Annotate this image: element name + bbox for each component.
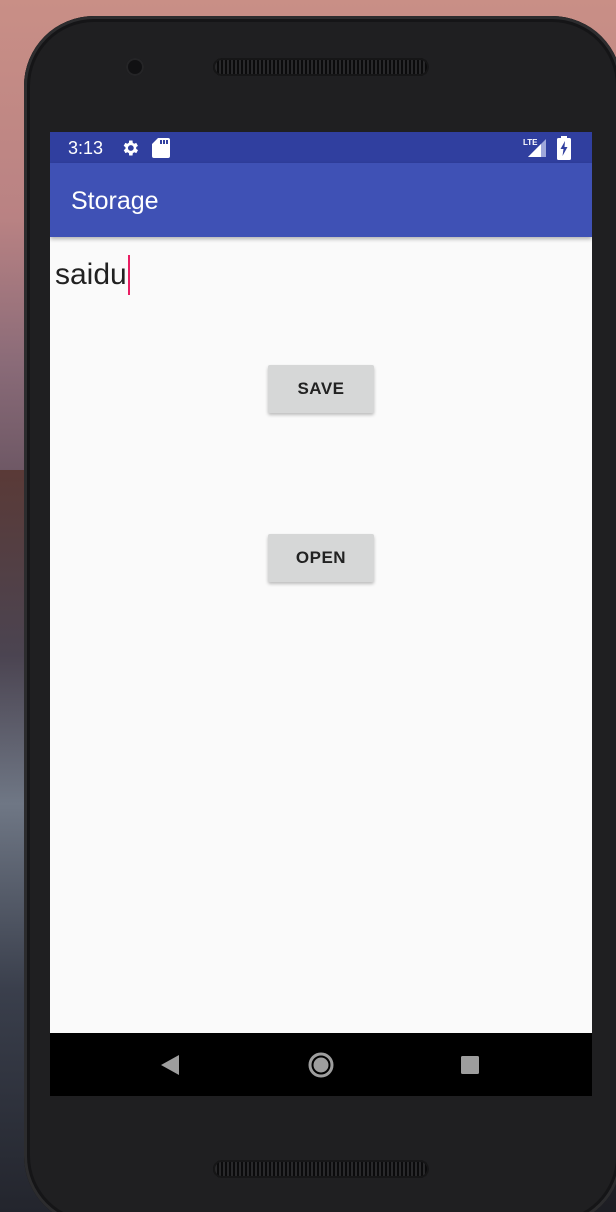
main-content: saidu SAVE OPEN [50,237,592,1033]
sd-card-icon [152,138,170,163]
gear-icon [120,138,140,163]
battery-charging-icon [557,136,571,165]
text-input[interactable]: saidu [55,255,130,295]
open-button[interactable]: OPEN [268,534,374,582]
navigation-bar [50,1033,592,1096]
earpiece-speaker [213,58,429,76]
app-toolbar: Storage [50,163,592,237]
text-input-value: saidu [55,258,127,291]
back-icon[interactable] [154,1049,186,1081]
recents-icon[interactable] [454,1049,486,1081]
status-time: 3:13 [68,138,104,158]
device-screen: 3:13 LTE Storage saidu SAVE OPEN [50,132,592,1096]
bottom-speaker [213,1160,429,1178]
save-button[interactable]: SAVE [268,365,374,413]
home-icon[interactable] [305,1049,337,1081]
svg-text:LTE: LTE [523,138,538,147]
front-camera [126,58,144,76]
lte-signal-icon: LTE [522,137,548,164]
app-title: Storage [71,187,159,215]
status-bar: 3:13 LTE [50,132,592,163]
text-cursor [127,255,130,295]
